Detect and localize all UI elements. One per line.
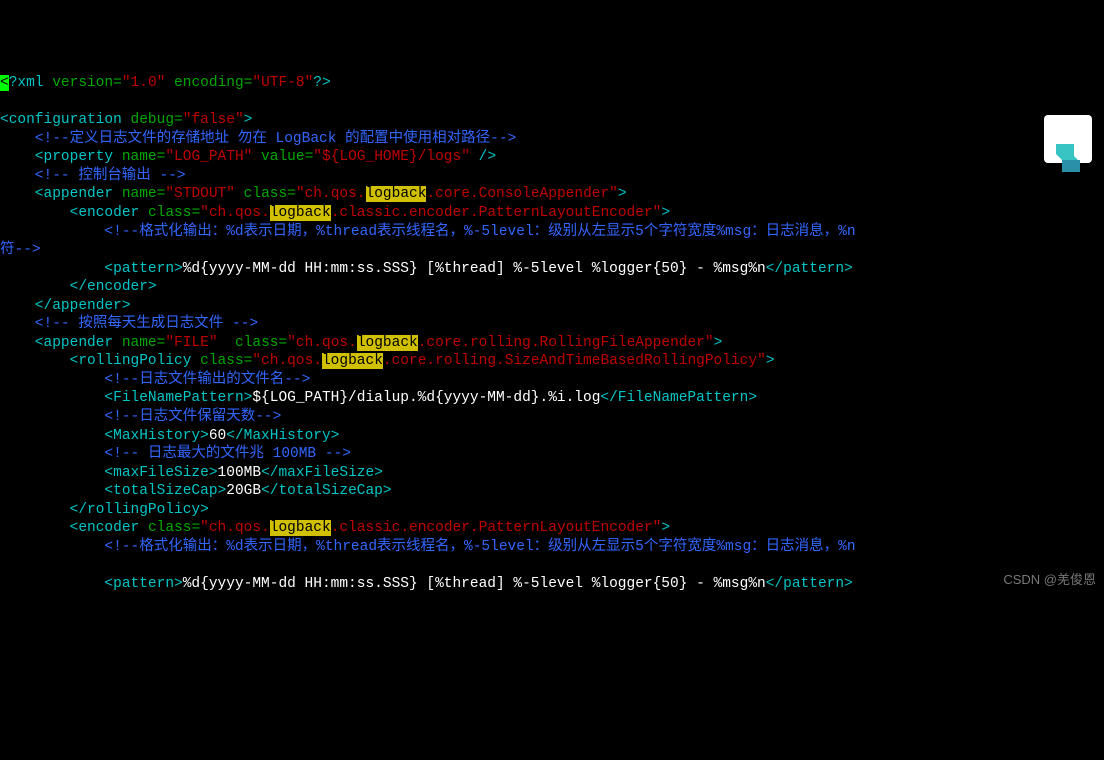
highlight-logback: logback [270,205,331,221]
watermark: CSDN @羌俊恩 [1003,572,1096,589]
xml-prolog: ?xml [9,75,53,91]
configuration-open: <configuration [0,112,131,128]
comment: <!-- 按照每天生成日志文件 --> [0,316,258,332]
totalsizecap-open: <totalSizeCap> [0,483,226,499]
comment: <!-- 控制台输出 --> [0,168,186,184]
maxfilesize-open: <maxFileSize> [0,465,218,481]
highlight-logback: logback [322,353,383,369]
maxhistory-open: <MaxHistory> [0,428,209,444]
filenamepattern-open: <FileNamePattern> [0,390,252,406]
comment: <!--定义日志文件的存储地址 勿在 LogBack 的配置中使用相对路径--> [0,131,516,147]
comment: <!--日志文件输出的文件名--> [0,372,310,388]
appender-close: </appender> [0,298,131,314]
cursor: < [0,75,9,91]
highlight-logback: logback [357,335,418,351]
property-tag: <property [0,149,122,165]
encoder-open: <encoder [0,205,148,221]
comment: <!--格式化输出：%d表示日期，%thread表示线程名，%-5level：级… [0,224,856,240]
pattern-open: <pattern> [0,576,183,592]
comment: <!--日志文件保留天数--> [0,409,281,425]
encoder-close: </encoder> [0,279,157,295]
appender-stdout-open: <appender [0,186,122,202]
comment: <!--格式化输出：%d表示日期，%thread表示线程名，%-5level：级… [0,539,856,555]
code-viewer: <?xml version="1.0" encoding="UTF-8"?> <… [0,74,1104,593]
comment: <!-- 日志最大的文件兆 100MB --> [0,446,351,462]
encoder-open: <encoder [0,520,148,536]
comment: 符--> [0,242,41,258]
rollingpolicy-close: </rollingPolicy> [0,502,209,518]
highlight-logback: logback [366,186,427,202]
highlight-logback: logback [270,520,331,536]
sticker-icon [1044,115,1092,163]
pattern-text: %d{yyyy-MM-dd HH:mm:ss.SSS} [%thread] %-… [183,576,766,592]
rollingpolicy-open: <rollingPolicy [0,353,200,369]
appender-file-open: <appender [0,335,122,351]
pattern-text: %d{yyyy-MM-dd HH:mm:ss.SSS} [%thread] %-… [183,261,766,277]
pattern-open: <pattern> [0,261,183,277]
